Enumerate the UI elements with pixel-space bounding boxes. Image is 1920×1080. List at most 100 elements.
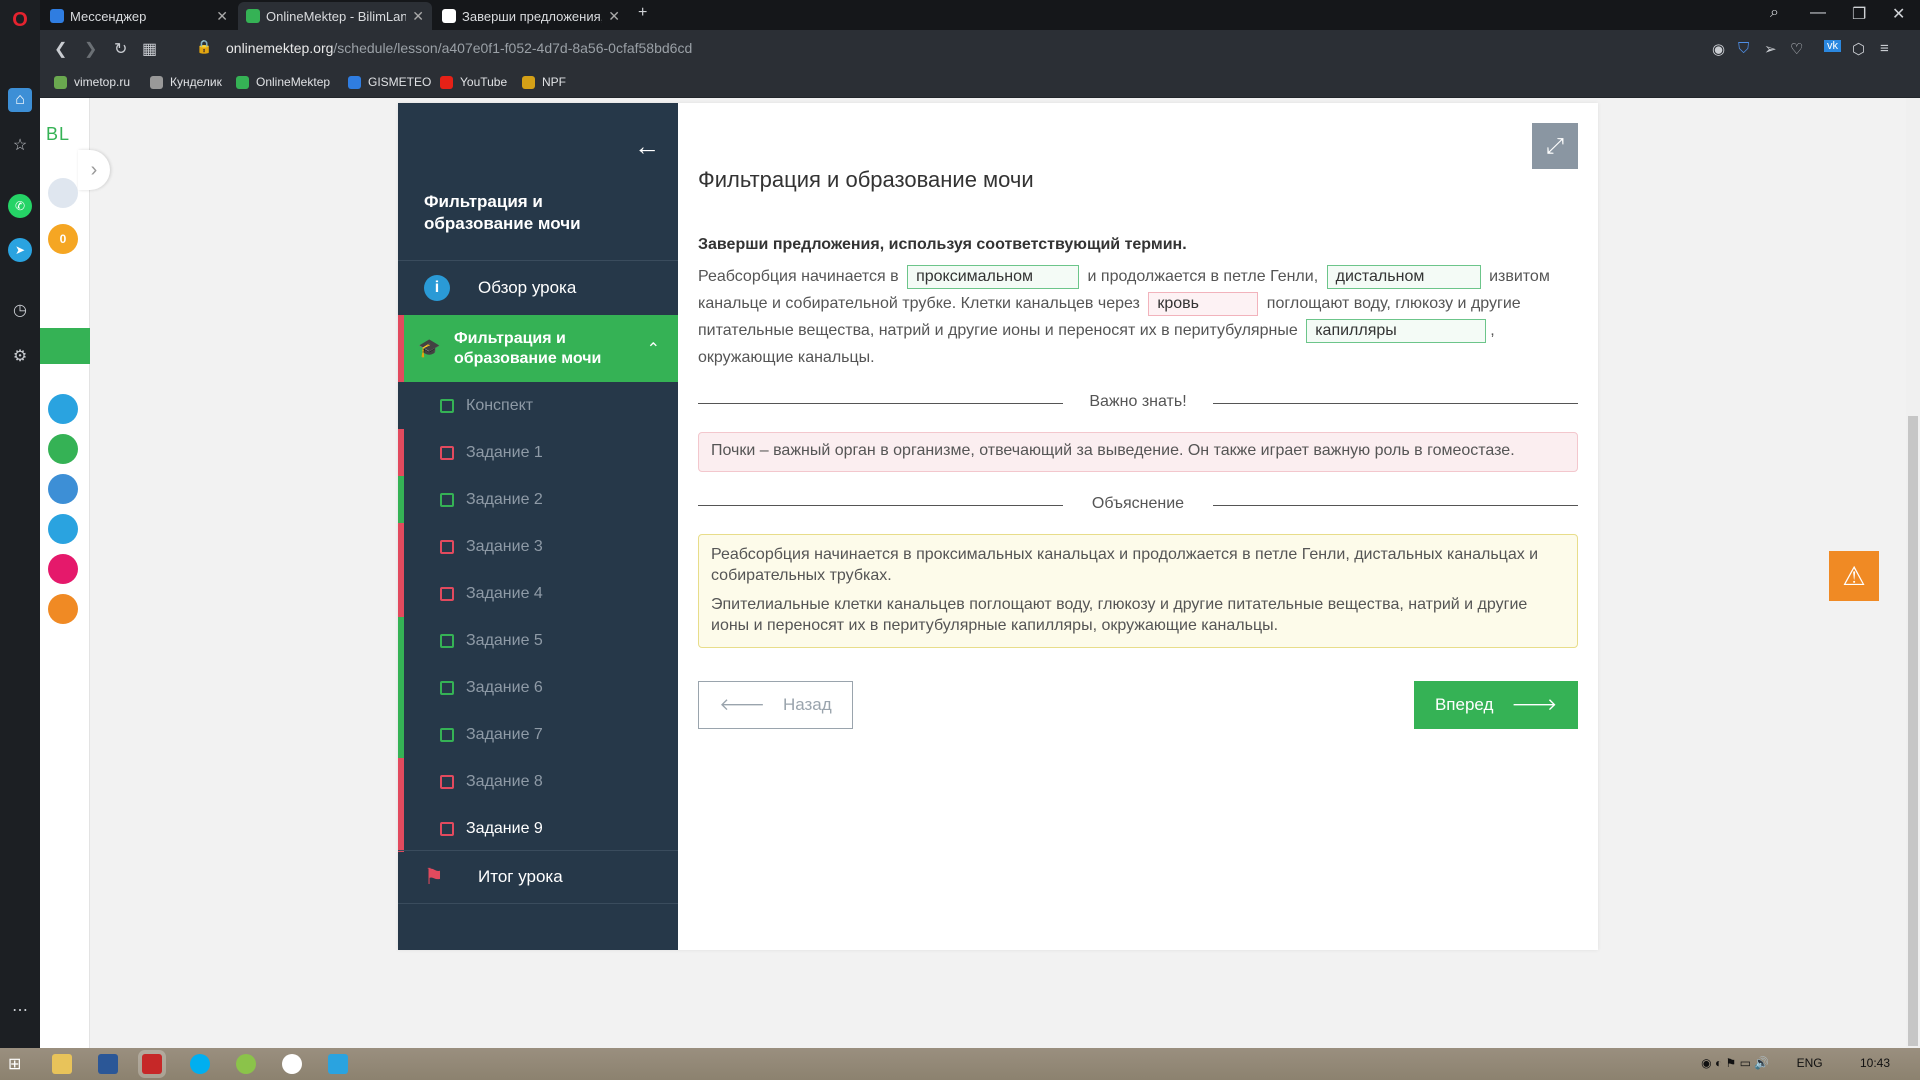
- answer-blank-4[interactable]: капилляры: [1306, 318, 1487, 343]
- menu-icon[interactable]: ≡: [1880, 40, 1889, 57]
- nav-task-item[interactable]: Задание 7: [398, 711, 678, 758]
- history-icon[interactable]: ◷: [8, 298, 32, 322]
- nav-task-label: Конспект: [466, 396, 534, 414]
- edit-icon: [440, 680, 454, 695]
- telegram-icon[interactable]: ➤: [8, 238, 32, 262]
- app-icon[interactable]: [236, 1054, 256, 1074]
- shield-icon[interactable]: ⛉: [1738, 40, 1749, 57]
- nav-summary[interactable]: ⚑ Итог урока: [398, 850, 678, 903]
- back-arrow-icon[interactable]: ←: [634, 131, 660, 162]
- answer-blank-1[interactable]: проксимальном: [907, 264, 1080, 289]
- nav-overview[interactable]: i Обзор урока: [398, 260, 678, 315]
- tab-onlinemektep[interactable]: OnlineMektep - BilimLand ✕: [238, 2, 432, 30]
- tabs-grid-icon[interactable]: ▦: [142, 39, 157, 59]
- fullscreen-button[interactable]: ⤢: [1532, 123, 1578, 169]
- camera-icon[interactable]: ◉: [1712, 40, 1725, 58]
- explorer-icon[interactable]: [52, 1054, 72, 1074]
- bilimbook-icon[interactable]: [48, 474, 78, 504]
- nav-task-item[interactable]: Задание 6: [398, 664, 678, 711]
- home-icon[interactable]: ⌂: [8, 88, 32, 112]
- nav-task-item[interactable]: Задание 8: [398, 758, 678, 805]
- window-close-icon[interactable]: ✕: [1892, 4, 1905, 24]
- cube-icon[interactable]: ⬡: [1852, 40, 1865, 58]
- nav-task-item[interactable]: Конспект: [398, 382, 678, 429]
- explanation-label: Объяснение: [1091, 495, 1185, 512]
- nav-task-item[interactable]: Задание 5: [398, 617, 678, 664]
- clock[interactable]: 10:43: [1860, 1056, 1890, 1070]
- bilimland-app-icon[interactable]: [48, 434, 78, 464]
- tray-icons[interactable]: ◉ ◐ ⚑ ▭ 🔊: [1701, 1056, 1769, 1070]
- language-indicator[interactable]: ENG: [1797, 1056, 1823, 1070]
- vk-icon[interactable]: vk: [1824, 40, 1841, 52]
- forward-icon[interactable]: ❯: [84, 39, 97, 59]
- next-button[interactable]: Вперед 🡒: [1414, 681, 1578, 729]
- idea-icon[interactable]: [48, 594, 78, 624]
- sentence-text: и продолжается в петле Генли,: [1087, 268, 1319, 285]
- tab-current-task[interactable]: Заверши предложения, и ✕: [434, 2, 628, 30]
- nav-task-item[interactable]: Задание 2: [398, 476, 678, 523]
- nav-task-item[interactable]: Задание 4: [398, 570, 678, 617]
- heart-icon[interactable]: ♡: [1790, 40, 1803, 58]
- lessons-nav-active[interactable]: [40, 328, 90, 364]
- word-icon[interactable]: [98, 1054, 118, 1074]
- bookmark-icon: [348, 75, 361, 89]
- nav-task-label: Задание 5: [466, 631, 543, 649]
- opera-logo-icon[interactable]: O: [8, 8, 32, 32]
- bilimland-logo[interactable]: BL: [46, 124, 70, 145]
- bookmark-youtube[interactable]: YouTube: [440, 75, 507, 89]
- skype-icon[interactable]: [190, 1054, 210, 1074]
- send-icon[interactable]: ➢: [1764, 40, 1777, 58]
- close-icon[interactable]: ✕: [216, 8, 228, 25]
- windows-start-icon[interactable]: ⊞: [8, 1054, 28, 1074]
- yandex-icon[interactable]: [282, 1054, 302, 1074]
- nav-task-item[interactable]: Задание 9: [398, 805, 678, 852]
- expand-sidebar-button[interactable]: ›: [78, 150, 110, 190]
- tab-title: OnlineMektep - BilimLand: [266, 8, 407, 24]
- restore-icon[interactable]: ❐: [1852, 4, 1866, 24]
- minimize-icon[interactable]: —: [1810, 4, 1826, 22]
- report-problem-button[interactable]: ⚠: [1829, 551, 1879, 601]
- star-icon[interactable]: ☆: [8, 133, 32, 157]
- important-note: Почки – важный орган в организме, отвеча…: [698, 432, 1578, 472]
- youtube-icon: [440, 75, 453, 89]
- nav-summary-label: Итог урока: [478, 867, 563, 886]
- opera-taskbar-icon[interactable]: [142, 1054, 162, 1074]
- whatsapp-icon[interactable]: ✆: [8, 194, 32, 218]
- help-icon[interactable]: [48, 394, 78, 424]
- bookmark-gismeteo[interactable]: GISMETEO: [348, 75, 431, 89]
- settings-icon[interactable]: ⚙: [8, 344, 32, 368]
- reload-icon[interactable]: ↻: [114, 39, 127, 59]
- bookmark-onlinemektep[interactable]: OnlineMektep: [236, 75, 330, 89]
- bookmark-kundelik[interactable]: Кунделик: [150, 75, 222, 89]
- more-icon[interactable]: ⋯: [8, 998, 32, 1022]
- scroll-thumb[interactable]: [1908, 416, 1918, 1046]
- nav-task-item[interactable]: Задание 1: [398, 429, 678, 476]
- tab-messenger[interactable]: Мессенджер ✕: [42, 2, 236, 30]
- new-tab-icon[interactable]: +: [638, 4, 647, 22]
- twig-icon[interactable]: [48, 554, 78, 584]
- answer-blank-2[interactable]: дистальном: [1326, 264, 1481, 289]
- bookmark-label: OnlineMektep: [256, 75, 331, 89]
- coins-badge[interactable]: 0: [48, 224, 78, 254]
- close-icon[interactable]: ✕: [412, 8, 424, 25]
- avatar[interactable]: [48, 178, 78, 208]
- nav-section-active[interactable]: 🎓 Фильтрация и образование мочи ⌃: [398, 315, 678, 382]
- answer-blank-3[interactable]: кровь: [1148, 291, 1259, 316]
- bookmark-npf[interactable]: NPF: [522, 75, 566, 89]
- close-icon[interactable]: ✕: [608, 8, 620, 25]
- bookmarks-bar: vimetop.ru Кунделик OnlineMektep GISMETE…: [40, 68, 1920, 98]
- back-button[interactable]: 🡐 Назад: [698, 681, 853, 729]
- nav-task-label: Задание 7: [466, 725, 543, 743]
- page-scrollbar[interactable]: [1906, 98, 1920, 1048]
- bookmark-vimetop[interactable]: vimetop.ru: [54, 75, 130, 89]
- tests-icon[interactable]: [48, 514, 78, 544]
- address-bar: ❮ ❯ ↻ ▦ 🔒 onlinemektep.org/schedule/less…: [40, 30, 1920, 68]
- url-field[interactable]: onlinemektep.org/schedule/lesson/a407e0f…: [226, 40, 692, 56]
- site-sidebar: BL 0: [40, 98, 90, 1048]
- back-icon[interactable]: ❮: [54, 39, 67, 59]
- search-icon[interactable]: ⌕: [1770, 4, 1779, 22]
- nav-task-item[interactable]: Задание 3: [398, 523, 678, 570]
- edit-icon: [440, 586, 454, 601]
- chevron-up-icon[interactable]: ⌃: [647, 339, 660, 359]
- app-icon[interactable]: [328, 1054, 348, 1074]
